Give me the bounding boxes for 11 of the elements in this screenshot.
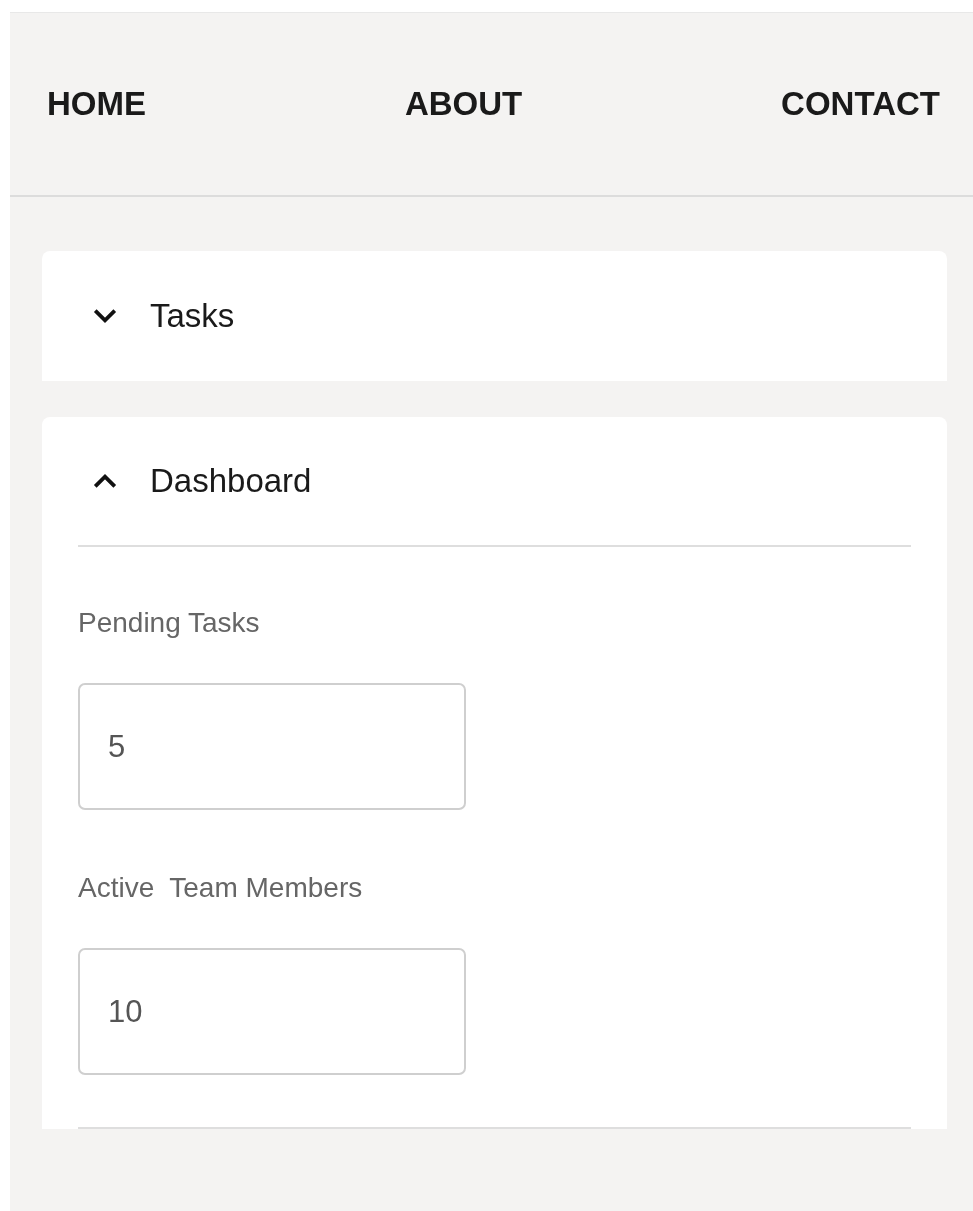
nav-link[interactable]: ABOUT (404, 85, 523, 123)
field-label: Pending Tasks (78, 607, 260, 639)
nav-link[interactable]: HOME (47, 85, 146, 123)
input-field[interactable]: 5 (78, 683, 466, 810)
chevron-up-icon (92, 472, 118, 490)
chevron-down-icon (92, 307, 118, 325)
field-label: Active Team Members (78, 872, 363, 904)
input-field[interactable]: 10 (78, 948, 466, 1075)
accordion-header[interactable]: Tasks (42, 251, 947, 381)
nav-link[interactable]: CONTACT (781, 85, 940, 123)
accordion-header[interactable]: Dashboard (42, 417, 947, 545)
